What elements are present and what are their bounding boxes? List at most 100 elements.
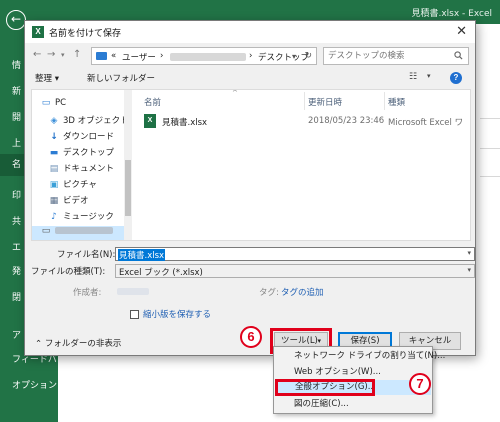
breadcrumb-desktop[interactable]: デスクトップ: [258, 51, 309, 63]
nav-item-label: ドキュメント: [63, 164, 115, 174]
hide-folders-toggle[interactable]: ⌃ フォルダーの非表示: [35, 337, 121, 349]
dialog-toolbar: 整理 ▾ 新しいフォルダー ☷ ▾ ?: [25, 69, 475, 87]
refresh-icon[interactable]: ↻: [304, 51, 312, 61]
chevron-down-icon[interactable]: ▾: [292, 52, 296, 61]
up-icon[interactable]: ↑: [73, 49, 81, 60]
recent-locations-icon[interactable]: ▾: [61, 51, 65, 59]
new-folder-button[interactable]: 新しいフォルダー: [87, 72, 155, 84]
excel-icon: X: [32, 26, 44, 38]
nav-item-label: ダウンロード: [63, 132, 115, 142]
pc-icon: ▭: [41, 98, 51, 108]
forward-icon[interactable]: →: [47, 49, 55, 60]
tags-label: タグ:: [259, 288, 279, 298]
file-modified: 2018/05/23 23:46: [308, 116, 385, 126]
save-thumbnail-checkbox[interactable]: [130, 310, 139, 319]
author-label: 作成者:: [73, 288, 102, 298]
close-icon[interactable]: ✕: [456, 24, 467, 39]
chevron-down-icon[interactable]: ▾: [467, 266, 471, 274]
column-header-modified[interactable]: 更新日時: [308, 96, 342, 108]
excel-file-icon: X: [144, 114, 156, 128]
documents-icon: ▤: [49, 164, 59, 174]
add-tags-link[interactable]: タグの追加: [281, 286, 324, 298]
file-type: Microsoft Excel ワ: [388, 118, 464, 128]
filename-value: 見積書.xlsx: [118, 249, 166, 261]
filename-label: ファイル名(N):: [57, 250, 116, 260]
nav-item-label: ミュージック: [63, 212, 114, 222]
filename-row: ファイル名(N): 見積書.xlsx ▾: [31, 247, 477, 261]
nav-item-label: 3D オブジェクト: [63, 116, 129, 126]
filetype-select[interactable]: Excel ブック (*.xlsx) ▾: [115, 264, 475, 278]
column-header-type[interactable]: 種類: [388, 96, 405, 108]
filename-input[interactable]: 見積書.xlsx ▾: [115, 247, 475, 261]
nav-item-label: ビデオ: [63, 196, 89, 206]
nav-item-label: ピクチャ: [63, 180, 97, 190]
nav-item-3d-objects[interactable]: ◈ 3D オブジェクト: [48, 114, 129, 128]
organize-button[interactable]: 整理 ▾: [35, 72, 59, 84]
file-list: ^ 名前 更新日時 種類 X 見積書.xlsx 2018/05/23 23:46…: [136, 90, 470, 240]
nav-item-label: PC: [55, 98, 67, 108]
menu-item-compress-pictures[interactable]: 図の圧縮(C)...: [274, 397, 432, 412]
column-separator[interactable]: [304, 92, 305, 110]
blurred-drive-label: [55, 227, 113, 234]
breadcrumb-user[interactable]: ユーザー: [122, 51, 156, 63]
nav-item-desktop[interactable]: ▬ デスクトップ: [48, 146, 114, 160]
pc-icon: [96, 52, 107, 60]
music-icon: ♪: [51, 212, 57, 222]
nav-item-pictures[interactable]: ▣ ピクチャ: [48, 178, 97, 192]
dialog-title: 名前を付けて保存: [49, 29, 122, 39]
sidebar-item-options[interactable]: オプション: [12, 378, 58, 391]
divider: [480, 148, 500, 149]
blurred-username: [170, 53, 246, 61]
chevron-down-icon[interactable]: ▾: [467, 249, 471, 257]
chevron-up-icon: ⌃: [35, 339, 45, 349]
nav-item-pc[interactable]: ▭ PC: [40, 98, 66, 112]
chevron-down-icon[interactable]: ▾: [427, 72, 431, 80]
breadcrumb-separator: ›: [249, 51, 253, 61]
step-7-badge: 7: [409, 373, 431, 395]
menu-item-map-network-drive[interactable]: ネットワーク ドライブの割り当て(N)...: [274, 349, 445, 364]
search-input[interactable]: [328, 50, 446, 62]
download-icon: ↓: [50, 132, 58, 142]
file-row[interactable]: X 見積書.xlsx 2018/05/23 23:46 Microsoft Ex…: [136, 112, 470, 130]
search-box: [323, 47, 469, 65]
breadcrumb-separator: ›: [160, 51, 164, 61]
sort-caret-icon: ^: [232, 89, 238, 97]
file-browser: ▭ PC ◈ 3D オブジェクト ↓ ダウンロード ▬ デスクトップ ▤ ドキュメント ▣…: [31, 89, 471, 241]
step-6-badge: 6: [240, 326, 262, 348]
navigation-pane: ▭ PC ◈ 3D オブジェクト ↓ ダウンロード ▬ デスクトップ ▤ ドキュメント ▣…: [32, 90, 132, 240]
nav-item-videos[interactable]: ▦ ビデオ: [48, 194, 89, 208]
nav-item-downloads[interactable]: ↓ ダウンロード: [48, 130, 114, 144]
view-options-icon[interactable]: ☷: [409, 72, 417, 82]
desktop-icon: ▬: [49, 148, 59, 158]
nav-item-label: デスクトップ: [63, 148, 115, 158]
nav-item-drive[interactable]: ▭: [32, 226, 124, 240]
divider: [480, 176, 500, 177]
save-as-dialog: X 名前を付けて保存 ✕ ← → ▾ ↑ « ユーザー › › デスクトップ ▾…: [24, 20, 476, 356]
excel-window-title: 見積書.xlsx - Excel: [411, 9, 492, 19]
blurred-author[interactable]: [117, 288, 149, 295]
column-separator[interactable]: [384, 92, 385, 110]
filetype-label: ファイルの種類(T):: [31, 267, 106, 277]
back-arrow-icon[interactable]: ←: [6, 10, 26, 30]
nav-scrollbar[interactable]: [124, 90, 132, 240]
column-header-name[interactable]: 名前: [144, 96, 161, 108]
divider: [480, 118, 500, 119]
address-bar[interactable]: « ユーザー › › デスクトップ ▾ ↻: [91, 47, 317, 65]
back-icon[interactable]: ←: [33, 49, 41, 60]
dialog-title-bar: X 名前を付けて保存 ✕: [25, 21, 475, 43]
drive-icon: ▭: [41, 226, 51, 236]
address-row: ← → ▾ ↑ « ユーザー › › デスクトップ ▾ ↻: [25, 45, 475, 67]
help-icon[interactable]: ?: [450, 72, 462, 84]
filetype-value: Excel ブック (*.xlsx): [119, 268, 203, 278]
menu-item-web-options[interactable]: Web オプション(W)...: [274, 365, 432, 380]
menu-item-general-options[interactable]: 全般オプション(G)...: [275, 379, 376, 396]
nav-item-documents[interactable]: ▤ ドキュメント: [48, 162, 114, 176]
scrollbar-thumb[interactable]: [125, 160, 131, 216]
search-icon[interactable]: [454, 51, 463, 60]
hide-folders-label: フォルダーの非表示: [44, 339, 122, 349]
pictures-icon: ▣: [49, 180, 59, 190]
save-thumbnail-label[interactable]: 縮小版を保存する: [143, 308, 211, 320]
tools-button-label: ツール(L): [281, 336, 318, 346]
nav-item-music[interactable]: ♪ ミュージック: [48, 210, 114, 224]
file-name: 見積書.xlsx: [162, 118, 208, 128]
